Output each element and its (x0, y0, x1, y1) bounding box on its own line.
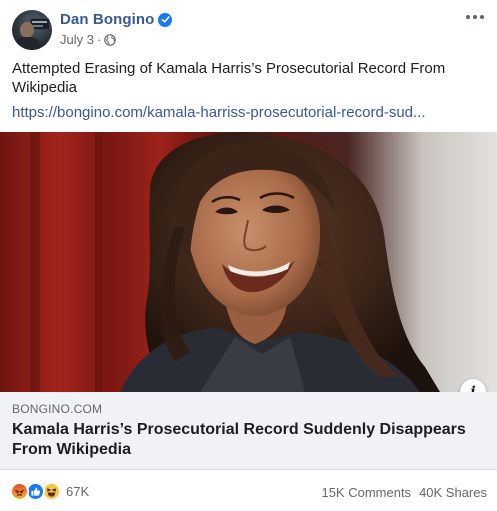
shares-count[interactable]: 40K Shares (419, 485, 487, 500)
engagement-stats: 15K Comments 40K Shares (321, 485, 487, 500)
reaction-count: 67K (66, 484, 90, 499)
more-dot (466, 15, 470, 19)
verified-badge-icon (158, 12, 173, 27)
page-name[interactable]: Dan Bongino (60, 11, 154, 28)
avatar-body (14, 37, 40, 50)
link-preview-card[interactable]: BONGINO.COM Kamala Harris’s Prosecutoria… (0, 392, 497, 469)
link-title: Kamala Harris’s Prosecutorial Record Sud… (12, 421, 466, 458)
reactions-summary[interactable]: 67K (10, 482, 89, 501)
post-footer: 67K 15K Comments 40K Shares (0, 469, 497, 511)
avatar-sign-line (32, 21, 47, 23)
post-text: Attempted Erasing of Kamala Harris’s Pro… (12, 60, 446, 96)
avatar-head (20, 22, 34, 38)
globe-icon[interactable] (104, 33, 117, 46)
more-dot (473, 15, 477, 19)
post-author-row: Dan Bongino (60, 11, 173, 28)
page-avatar[interactable] (12, 10, 52, 50)
facebook-post: Dan Bongino July 3 · Attempted Erasing o… (0, 0, 497, 511)
portrait-photo (0, 132, 497, 392)
post-link[interactable]: https://bongino.com/kamala-harriss-prose… (12, 103, 426, 122)
more-options-icon[interactable] (463, 8, 487, 26)
more-dot (480, 15, 484, 19)
comments-count[interactable]: 15K Comments (321, 485, 411, 500)
meta-separator: · (96, 32, 102, 47)
angry-react-icon (10, 482, 29, 501)
link-domain: BONGINO.COM (12, 402, 103, 416)
post-date[interactable]: July 3 (60, 32, 94, 47)
link-preview-image[interactable] (0, 132, 497, 392)
post-meta: July 3 · (60, 32, 117, 47)
